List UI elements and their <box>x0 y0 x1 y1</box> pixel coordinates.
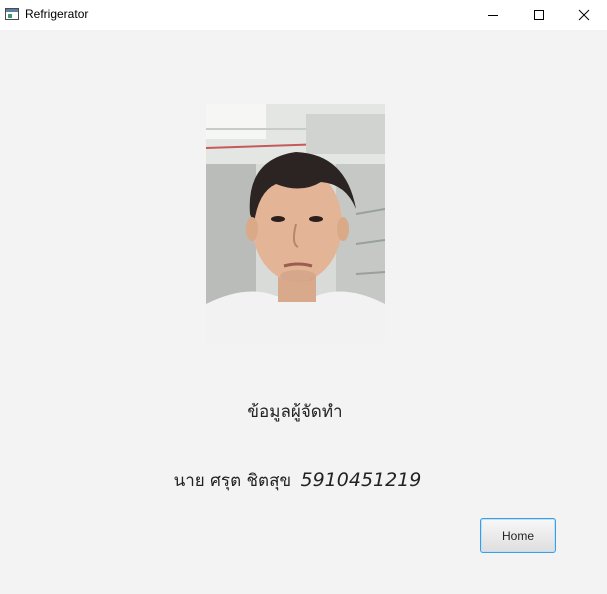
title-bar: Refrigerator <box>0 0 607 30</box>
app-window-icon <box>5 8 19 20</box>
author-name: นาย ศรุต ชิตสุข <box>173 471 292 491</box>
author-line: นาย ศรุต ชิตสุข 5910451219 <box>0 467 595 494</box>
minimize-icon <box>488 15 498 16</box>
close-icon <box>578 9 590 21</box>
window-title: Refrigerator <box>25 7 89 21</box>
developer-info-heading: ข้อมูลผู้จัดทำ <box>247 402 343 422</box>
student-id: 5910451219 <box>300 469 422 491</box>
maximize-button[interactable] <box>516 0 562 30</box>
minimize-button[interactable] <box>470 0 516 30</box>
main-content: ข้อมูลผู้จัดทำ นาย ศรุต ชิตสุข 591045121… <box>0 30 607 594</box>
developer-photo <box>206 104 385 343</box>
maximize-icon <box>534 10 544 20</box>
home-button[interactable]: Home <box>480 518 556 553</box>
close-button[interactable] <box>561 0 607 30</box>
